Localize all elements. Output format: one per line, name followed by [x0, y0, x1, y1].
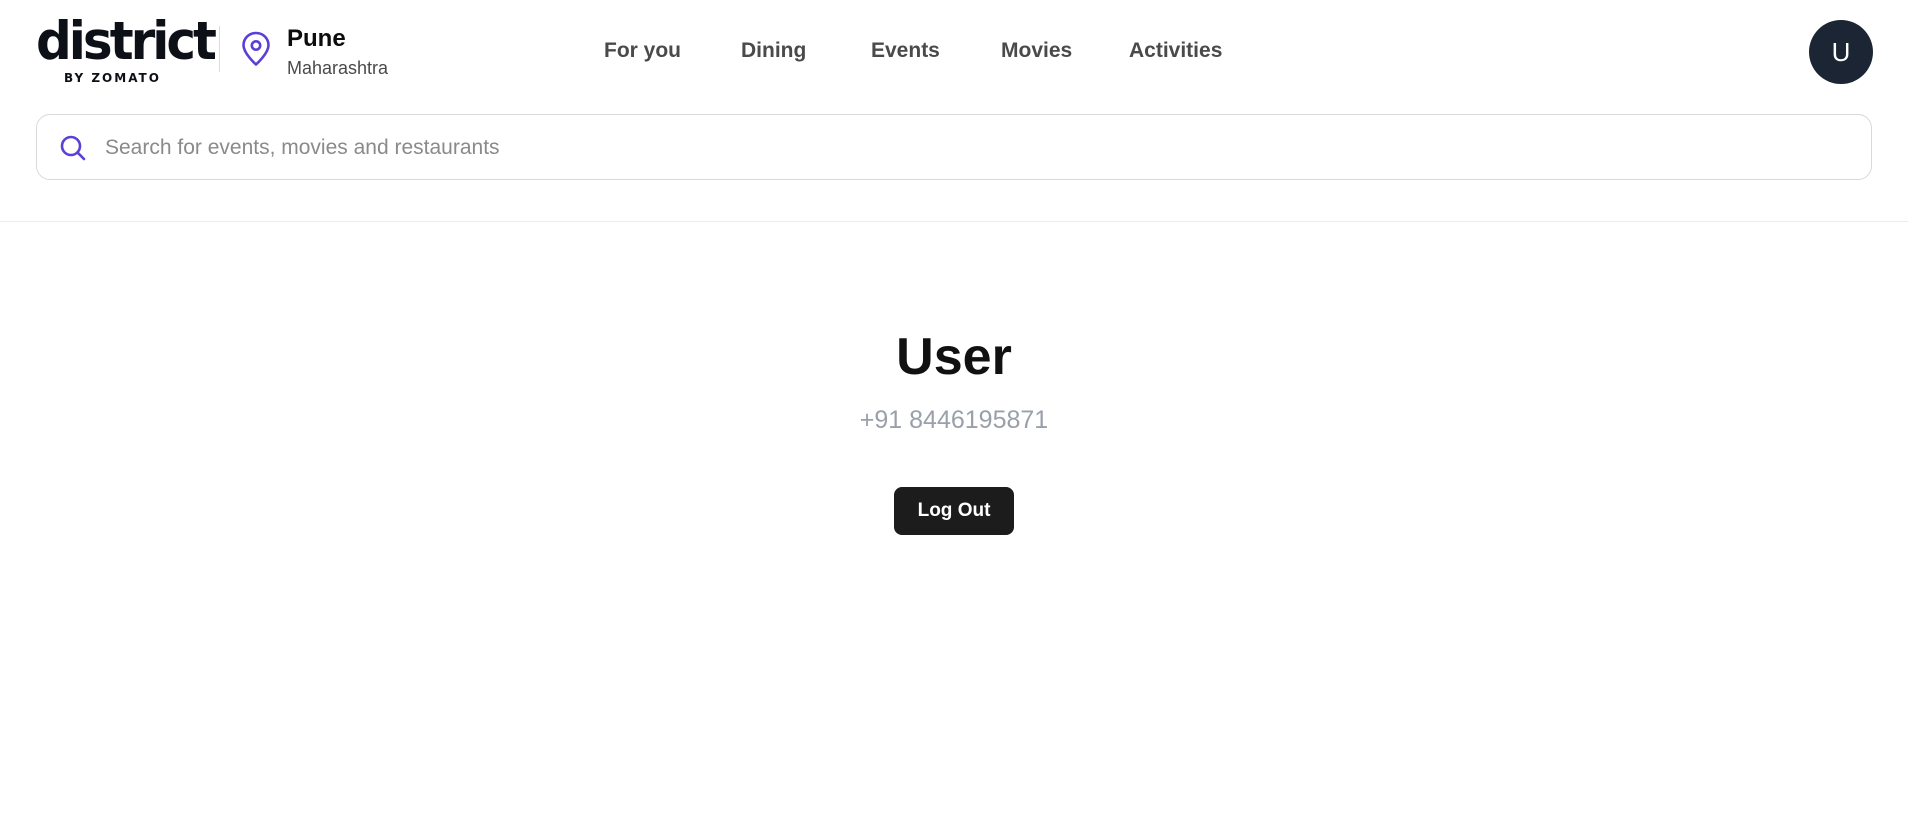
- profile-name: User: [896, 328, 1012, 386]
- profile-phone: +91 8446195871: [859, 406, 1049, 434]
- district-logo[interactable]: district BY ZOMATO: [36, 15, 217, 86]
- logout-button[interactable]: Log Out: [894, 487, 1014, 535]
- nav-item-events[interactable]: Events: [871, 36, 940, 66]
- profile-section: User +91 8446195871 Log Out: [0, 222, 1908, 824]
- nav-item-for-you[interactable]: For you: [604, 36, 681, 66]
- location-city: Pune: [287, 25, 346, 52]
- location-selector[interactable]: Pune Maharashtra: [240, 22, 440, 82]
- logo-subtitle: BY ZOMATO: [64, 71, 161, 85]
- user-avatar[interactable]: U: [1809, 20, 1873, 84]
- nav-item-activities[interactable]: Activities: [1129, 36, 1222, 66]
- search-bar[interactable]: [36, 114, 1872, 180]
- search-icon: [60, 135, 86, 161]
- header-divider: [219, 26, 220, 72]
- nav-item-movies[interactable]: Movies: [1001, 36, 1072, 66]
- search-input[interactable]: [103, 127, 1843, 169]
- header: district BY ZOMATO Pune Maharashtra For …: [0, 0, 1908, 222]
- location-state: Maharashtra: [287, 58, 389, 78]
- logo-wordmark: district: [36, 10, 217, 72]
- nav-item-dining[interactable]: Dining: [741, 36, 806, 66]
- map-pin-icon: [242, 31, 270, 66]
